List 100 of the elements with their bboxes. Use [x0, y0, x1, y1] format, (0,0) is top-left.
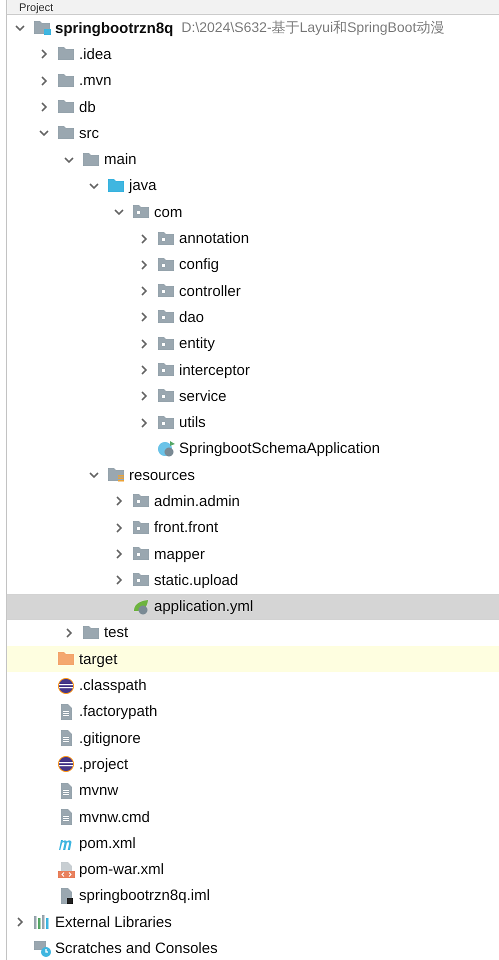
chevron-right-icon[interactable] — [64, 628, 74, 638]
project-path: D:\2024\S632-基于Layui和SpringBoot动漫 — [181, 19, 444, 38]
item-label: application.yml — [154, 598, 254, 616]
chevron-right-icon[interactable] — [139, 312, 149, 322]
item-label: utils — [179, 414, 206, 432]
chevron-down-icon[interactable] — [64, 154, 74, 165]
tree-row[interactable]: .classpath — [7, 672, 499, 699]
item-label: .factorypath — [79, 703, 158, 720]
tree-row[interactable]: .project — [7, 751, 499, 778]
item-label: main — [104, 151, 137, 168]
chevron-right-icon[interactable] — [139, 260, 149, 270]
tree-row[interactable]: static.upload — [7, 567, 499, 594]
chevron-right-icon[interactable] — [139, 391, 149, 402]
item-label: pom.xml — [79, 834, 136, 852]
chevron-right-icon[interactable] — [114, 522, 124, 533]
tree-row[interactable]: config — [7, 252, 499, 278]
item-label: com — [154, 204, 182, 221]
chevron-down-icon[interactable] — [114, 207, 124, 218]
tree-row[interactable]: admin.admin — [7, 488, 499, 515]
chevron-right-icon[interactable] — [15, 917, 25, 928]
chevron-right-icon[interactable] — [114, 549, 124, 560]
tree-row[interactable]: External Libraries — [7, 909, 499, 936]
tree-row[interactable]: mvnw — [7, 778, 499, 804]
item-label: .gitignore — [79, 730, 141, 747]
tree-row[interactable]: main — [7, 146, 499, 173]
tree-row[interactable]: db — [7, 94, 499, 120]
package-icon — [157, 230, 176, 248]
item-label: springbootrzn8q — [55, 20, 174, 37]
chevron-right-icon[interactable] — [139, 365, 149, 375]
tree-row[interactable]: .gitignore — [7, 725, 499, 752]
chevron-right-icon[interactable] — [39, 49, 49, 60]
item-label: .mvn — [79, 72, 112, 90]
item-label: .idea — [79, 46, 112, 63]
item-label: mapper — [154, 546, 205, 563]
tree-row[interactable]: application.yml — [7, 594, 499, 620]
tree-row[interactable]: front.front — [7, 514, 499, 541]
xml-file-icon — [57, 860, 76, 879]
item-label: entity — [179, 335, 215, 352]
tree-row[interactable]: .factorypath — [7, 698, 499, 726]
item-label: test — [104, 624, 128, 642]
tree-row[interactable]: mapper — [7, 540, 499, 568]
item-label: pom-war.xml — [79, 861, 164, 878]
tree-row[interactable]: pom-war.xml — [7, 856, 499, 883]
item-label: SpringbootSchemaApplication — [179, 440, 380, 458]
item-label: annotation — [179, 230, 250, 248]
item-label: config — [179, 256, 220, 274]
tree-row[interactable]: controller — [7, 278, 499, 304]
tree-row[interactable]: pom.xml — [7, 830, 499, 856]
chevron-right-icon[interactable] — [139, 338, 149, 349]
tree-row[interactable]: SpringbootSchemaApplication — [7, 436, 499, 462]
chevron-right-icon[interactable] — [139, 234, 149, 244]
tree-row[interactable]: .mvn — [7, 68, 499, 94]
package-icon — [157, 414, 176, 432]
item-label: java — [129, 177, 157, 194]
tree-row[interactable]: java — [7, 172, 499, 200]
chevron-down-icon[interactable] — [39, 128, 49, 138]
chevron-down-icon[interactable] — [89, 180, 99, 191]
tree-row[interactable]: dao — [7, 304, 499, 331]
item-label: mvnw — [79, 782, 118, 800]
package-icon — [157, 361, 176, 379]
chevron-right-icon[interactable] — [114, 575, 124, 586]
tree-row[interactable]: mvnw.cmd — [7, 804, 499, 830]
tree-row[interactable]: com — [7, 199, 499, 226]
tree-row[interactable]: utils — [7, 409, 499, 436]
tree-row[interactable]: service — [7, 383, 499, 410]
item-label: front.front — [154, 519, 218, 536]
eclipse-icon — [57, 676, 76, 695]
chevron-right-icon[interactable] — [39, 102, 49, 112]
folder-icon — [82, 150, 101, 169]
chevron-right-icon[interactable] — [139, 418, 149, 428]
item-label: controller — [179, 282, 241, 300]
package-icon — [157, 334, 176, 353]
chevron-right-icon[interactable] — [139, 286, 149, 296]
item-label: External Libraries — [55, 914, 172, 931]
tree-row[interactable]: springbootrzn8q.iml — [7, 882, 499, 910]
chevron-right-icon[interactable] — [114, 496, 124, 506]
module-icon — [33, 19, 52, 38]
tree-row[interactable]: Scratches and Consoles — [7, 935, 499, 960]
tree-row[interactable]: .idea — [7, 41, 499, 68]
folder-icon — [107, 176, 126, 195]
folder-icon — [57, 72, 76, 90]
item-label: resources — [129, 466, 195, 484]
panel-title: Project — [18, 2, 54, 14]
item-label: springbootrzn8q.iml — [79, 887, 210, 904]
tree-row[interactable]: interceptor — [7, 356, 499, 384]
chevron-down-icon[interactable] — [89, 470, 99, 480]
item-label: admin.admin — [154, 492, 240, 510]
folder-icon — [107, 466, 126, 484]
folder-icon — [82, 624, 101, 642]
tree-row[interactable]: entity — [7, 330, 499, 357]
item-label: static.upload — [154, 572, 238, 589]
chevron-down-icon[interactable] — [15, 23, 25, 34]
item-label: target — [79, 650, 118, 668]
tree-row[interactable]: springbootrzn8q D:\2024\S632-基于Layui和SpringBoot动漫 — [7, 15, 499, 42]
chevron-right-icon[interactable] — [39, 76, 49, 86]
tree-row[interactable]: target — [7, 646, 499, 672]
tree-row[interactable]: test — [7, 620, 499, 646]
tree-row[interactable]: annotation — [7, 225, 499, 252]
tree-row[interactable]: resources — [7, 462, 499, 488]
tree-row[interactable]: src — [7, 120, 499, 146]
